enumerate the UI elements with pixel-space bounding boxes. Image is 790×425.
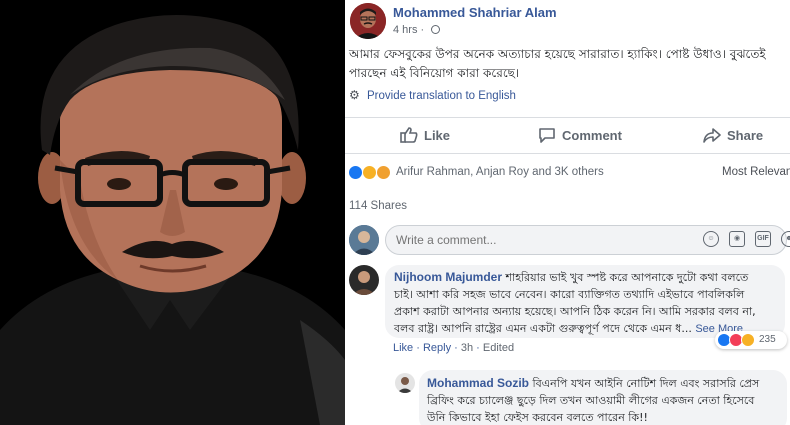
comment-edited[interactable]: Edited [483,342,514,354]
reply-text: Mohammad Sozib বিএনপি যখন আইনি নোটিশ দিল… [427,375,779,392]
sticker-icon[interactable]: ☻ [781,231,790,247]
post-timestamp[interactable]: 4 hrs · [393,24,441,36]
haha-reaction-icon [362,165,377,180]
comment-label: Comment [562,127,622,143]
reply-line: উনি কিভাবে ইহা ফেইস করবেন বলতে পারেন কি!… [427,411,648,424]
like-label: Like [424,127,451,143]
reactions-summary[interactable]: Arifur Rahman, Anjan Roy and 3K others M… [345,160,790,184]
post-author-name[interactable]: Mohammed Shahriar Alam [393,5,557,20]
commenter-name[interactable]: Nijhoom Majumder [394,270,502,284]
gif-icon[interactable]: GIF [755,231,771,247]
post-action-bar: Like Comment Share [345,118,790,152]
haha-reaction-icon [741,333,755,347]
author-avatar[interactable] [350,3,386,39]
post-text: আমার ফেসবুকের উপর অনেক অত্যাচার হয়েছে স… [349,45,779,83]
emoji-icon[interactable]: ☺ [703,231,719,247]
current-user-avatar [349,225,379,255]
comment-line: চাই। আশা করি সহজ ভাবে নেবেন। কারো ব্যাক্… [394,288,745,301]
translate-label: Provide translation to English [367,90,516,102]
post-text-line: আমার ফেসবুকের উপর অনেক অত্যাচার হয়েছে স… [349,47,766,61]
comment-line: শাহরিয়ার ভাই খুব স্পষ্ট করে আপনাকে দুটো… [502,271,749,284]
share-button[interactable]: Share [703,118,763,152]
comment-line: প্রকাশ করাটা আপনার অন্যায় হয়েছে। আপনি … [394,305,756,318]
sad-reaction-icon [376,165,391,180]
comment-item: Nijhoom Majumder শাহরিয়ার ভাই খুব স্পষ্… [345,262,790,357]
reply-bubble: Mohammad Sozib বিএনপি যখন আইনি নোটিশ দিল… [419,370,787,425]
replier-name[interactable]: Mohammad Sozib [427,376,529,390]
portrait-photo [0,0,345,425]
comment-like-link[interactable]: Like [393,342,413,354]
comment-time[interactable]: 3h [461,342,473,354]
write-comment-row: ☺ ◉ GIF ☻ [345,222,790,256]
like-reaction-icon [348,165,363,180]
share-label: Share [727,127,764,143]
commenter-avatar[interactable] [349,265,379,295]
comment-actions: Like · Reply · 3h · Edited [393,342,515,354]
like-button[interactable]: Like [400,118,450,152]
post-header: Mohammed Shahriar Alam 4 hrs · [345,0,790,42]
sort-comments-dropdown[interactable]: Most Relevan [722,166,790,178]
thumbs-up-icon [400,127,418,143]
shares-count[interactable]: 114 Shares [349,200,407,212]
comment-line: বলব রাষ্ট্র। আপনি রাষ্ট্রের এমন একটা গুর… [394,322,696,335]
gear-icon: ⚙ [349,88,360,102]
reply-item: Mohammad Sozib বিএনপি যখন আইনি নোটিশ দিল… [345,366,790,425]
share-arrow-icon [703,128,721,143]
comment-reactions[interactable]: 235 [715,331,787,349]
comment-bubble-icon [539,128,555,143]
translate-link[interactable]: ⚙ Provide translation to English [349,88,516,102]
reply-line: ব্রিফিং করে চ্যালেঞ্জ ছুড়ে দিল তখন আওয়… [427,394,755,407]
camera-icon[interactable]: ◉ [729,231,745,247]
comment-text: Nijhoom Majumder শাহরিয়ার ভাই খুব স্পষ্… [394,269,776,286]
facebook-post: Mohammed Shahriar Alam 4 hrs · আমার ফেসব… [345,0,790,425]
public-globe-icon [431,25,441,34]
post-text-line: পারছেন এই বিনিয়োগ কারা করেছে। [349,66,520,80]
comment-reaction-count: 235 [759,334,776,345]
reply-line: বিএনপি যখন আইনি নোটিশ দিল এবং সরাসরি প্র… [529,377,760,390]
comment-bubble: Nijhoom Majumder শাহরিয়ার ভাই খুব স্পষ্… [385,265,785,338]
comment-input[interactable] [385,225,787,255]
replier-avatar[interactable] [395,373,415,393]
reactors-names: Arifur Rahman, Anjan Roy and 3K others [396,166,604,178]
comment-reply-link[interactable]: Reply [423,342,451,354]
comment-button[interactable]: Comment [538,118,622,152]
divider [345,153,790,154]
post-time-text: 4 hrs · [393,24,428,36]
